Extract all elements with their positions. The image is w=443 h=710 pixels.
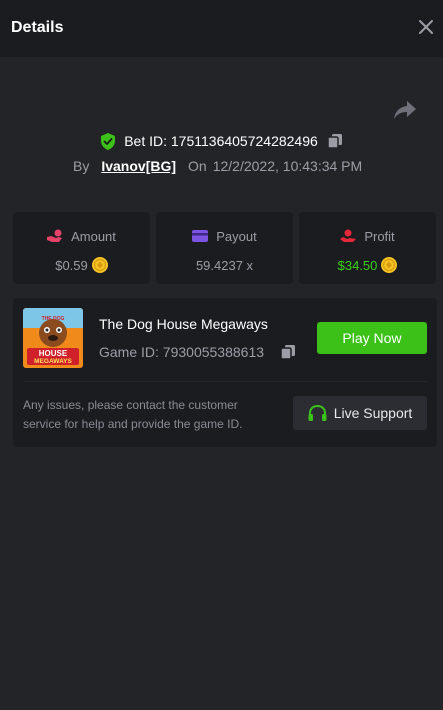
game-id: Game ID: 7930055388613 — [99, 344, 265, 360]
headset-icon — [308, 404, 327, 421]
support-help-text: Any issues, please contact the customer … — [23, 398, 243, 431]
coin-icon — [381, 257, 398, 273]
by-label: By — [73, 158, 90, 174]
payout-value: 59.4237 x — [195, 257, 254, 273]
payout-label: Payout — [216, 228, 257, 244]
share-icon[interactable] — [393, 99, 417, 121]
amount-value: $0.59 — [55, 257, 88, 273]
on-label: On — [188, 158, 207, 174]
copy-game-id-icon[interactable] — [280, 344, 296, 360]
thumb-text-2: HOUSE — [39, 349, 68, 358]
payout-stat: Payout 59.4237 x — [156, 212, 293, 284]
live-support-button[interactable]: Live Support — [293, 396, 427, 430]
bet-id-row: Bet ID: 1751136405724282496 — [0, 131, 443, 151]
divider — [23, 381, 427, 382]
hand-profit-icon — [340, 229, 357, 242]
profit-stat: Profit $34.50 — [299, 212, 436, 284]
details-header: Details — [0, 0, 443, 57]
play-now-button[interactable]: Play Now — [317, 322, 427, 354]
live-support-label: Live Support — [333, 405, 413, 421]
thumb-text-3: MEGAWAYS — [34, 358, 72, 365]
copy-bet-id-icon[interactable] — [327, 133, 343, 149]
close-icon[interactable] — [417, 18, 435, 36]
bet-datetime: 12/2/2022, 10:43:34 PM — [212, 158, 363, 174]
shield-check-icon — [101, 132, 116, 150]
page-title: Details — [11, 19, 64, 36]
profit-label: Profit — [364, 228, 395, 244]
bet-meta-row: By Ivanov[BG] On 12/2/2022, 10:43:34 PM — [73, 157, 362, 175]
hand-coin-icon — [47, 229, 63, 242]
game-name: The Dog House Megaways — [99, 316, 268, 332]
game-thumbnail[interactable]: THE DOG HOUSE MEGAWAYS — [23, 308, 83, 368]
profit-value: $34.50 — [337, 257, 378, 273]
thumb-text-1: THE DOG — [42, 316, 65, 322]
wallet-card-icon — [192, 230, 209, 242]
bet-id: Bet ID: 1751136405724282496 — [124, 133, 318, 149]
user-link[interactable]: Ivanov[BG] — [101, 158, 176, 174]
game-id-row: Game ID: 7930055388613 — [99, 343, 296, 361]
amount-label: Amount — [71, 228, 116, 244]
coin-icon — [91, 257, 108, 273]
game-card: THE DOG HOUSE MEGAWAYS The Dog House Meg… — [13, 298, 437, 447]
amount-stat: Amount $0.59 — [13, 212, 150, 284]
